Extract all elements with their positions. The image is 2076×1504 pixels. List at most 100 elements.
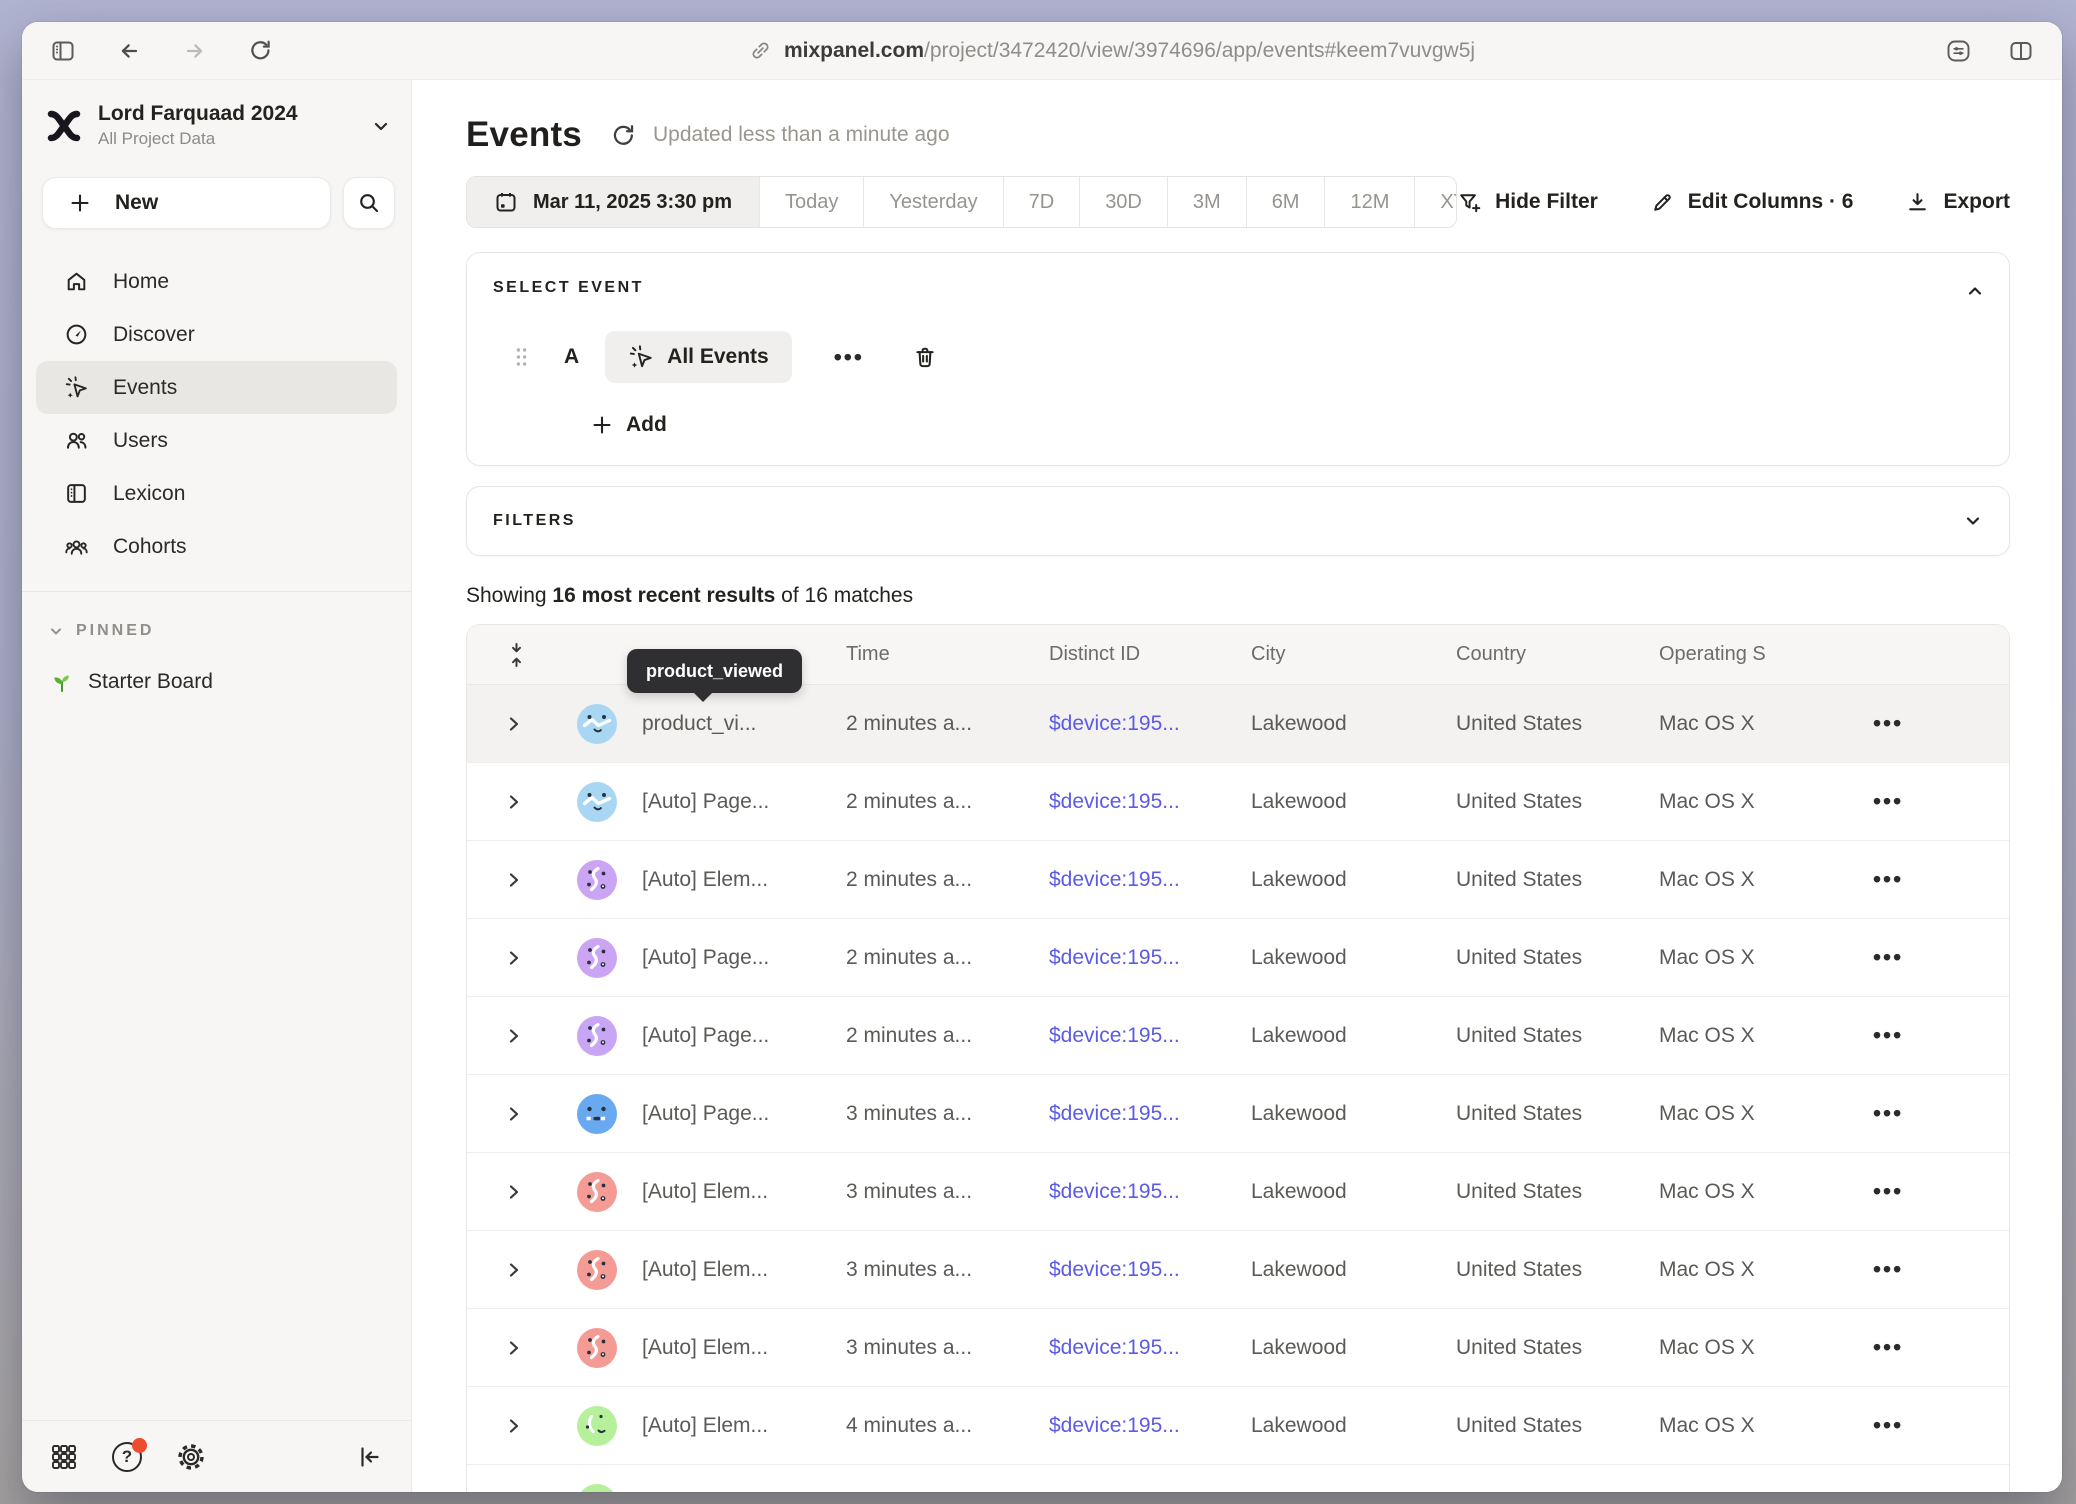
distinct-id-link[interactable]: $device:195... [1049,1102,1251,1126]
new-button[interactable]: New [42,177,331,229]
date-preset-7d[interactable]: 7D [1003,177,1080,227]
column-header-os[interactable]: Operating S [1659,643,1871,666]
sidebar-item-discover[interactable]: Discover [36,308,397,361]
column-header-city[interactable]: City [1251,643,1456,666]
distinct-id-link[interactable]: $device:195... [1049,790,1251,814]
date-preset-xtd[interactable]: XTD [1414,177,1457,227]
distinct-id-link[interactable]: $device:195... [1049,1258,1251,1282]
row-more-button[interactable]: ••• [1873,790,1903,813]
date-preset-yesterday[interactable]: Yesterday [863,177,1002,227]
page-settings-icon[interactable] [1945,39,1972,63]
table-row[interactable]: [Auto] Elem... 3 minutes a... $device:19… [467,1231,2009,1309]
row-expand-chevron-icon[interactable] [507,948,521,968]
sidebar-item-events[interactable]: Events [36,361,397,414]
event-more-button[interactable]: ••• [834,346,864,369]
chevron-up-icon[interactable] [1965,281,1985,301]
row-expand-chevron-icon[interactable] [507,1260,521,1280]
sidebar-item-cohorts[interactable]: Cohorts [36,520,397,573]
table-row[interactable]: [Auto] Elem... 2 minutes a... $device:19… [467,841,2009,919]
table-row[interactable]: [Auto] Elem... 3 minutes a... $device:19… [467,1309,2009,1387]
row-more-button[interactable]: ••• [1873,1180,1903,1203]
date-preset-6m[interactable]: 6M [1246,177,1325,227]
sidebar-item-home[interactable]: Home [36,255,397,308]
table-row[interactable]: [Auto] Page... 2 minutes a... $device:19… [467,997,2009,1075]
event-name[interactable]: [Auto] Page... [617,1102,846,1126]
project-switcher[interactable]: Lord Farquaad 2024 All Project Data [44,102,391,149]
event-name[interactable]: [Auto] Elem... [617,868,846,892]
event-selector-chip[interactable]: All Events [605,331,792,383]
forward-button-icon[interactable] [182,39,208,63]
table-row[interactable]: [Auto] Page... 3 minutes a... $device:19… [467,1075,2009,1153]
refresh-page-icon[interactable] [248,38,273,63]
row-expand-chevron-icon[interactable] [507,1182,521,1202]
column-header-time[interactable]: Time [846,643,1049,666]
distinct-id-link[interactable]: $device:195... [1049,1180,1251,1204]
row-expand-chevron-icon[interactable] [507,870,521,890]
row-more-button[interactable]: ••• [1873,712,1903,735]
event-name[interactable]: [Auto] Page... [617,790,846,814]
date-preset-today[interactable]: Today [759,177,863,227]
row-more-button[interactable]: ••• [1873,868,1903,891]
collapse-rows-icon[interactable] [507,641,526,669]
row-more-button[interactable]: ••• [1873,1336,1903,1359]
row-expand-chevron-icon[interactable] [507,1338,521,1358]
distinct-id-link[interactable]: $device:195... [1049,712,1251,736]
event-name[interactable]: [Auto] Elem... [617,1336,846,1360]
add-event-button[interactable]: Add [591,413,1983,437]
event-name[interactable]: [Auto] Elem... [617,1258,846,1282]
row-expand-chevron-icon[interactable] [507,792,521,812]
date-preset-12m[interactable]: 12M [1324,177,1414,227]
row-expand-chevron-icon[interactable] [507,1104,521,1124]
distinct-id-link[interactable]: $device:195... [1049,946,1251,970]
chevron-down-icon[interactable] [1963,511,1983,531]
split-view-icon[interactable] [2008,39,2034,63]
row-expand-chevron-icon[interactable] [507,714,521,734]
distinct-id-link[interactable]: $device:195... [1049,1024,1251,1048]
column-header-distinct-id[interactable]: Distinct ID [1049,643,1251,666]
table-row[interactable]: [Auto] Elem... 4 minutes a... $device:19… [467,1387,2009,1465]
distinct-id-link[interactable]: $device:195... [1049,1414,1251,1438]
drag-handle-icon[interactable] [515,345,528,369]
sidebar: Lord Farquaad 2024 All Project Data New [22,80,412,1492]
sidebar-toggle-icon[interactable] [50,39,76,63]
settings-gear-icon[interactable] [176,1442,206,1472]
event-name[interactable]: [Auto] Elem... [617,1414,846,1438]
distinct-id-link[interactable]: $device:195... [1049,1336,1251,1360]
collapse-sidebar-icon[interactable] [356,1444,383,1470]
table-row[interactable]: ••• [467,1465,2009,1492]
help-button[interactable]: ? [112,1442,142,1472]
event-name[interactable]: [Auto] Elem... [617,1180,846,1204]
export-button[interactable]: Export [1905,190,2010,215]
back-button-icon[interactable] [116,39,142,63]
row-more-button[interactable]: ••• [1873,1414,1903,1437]
edit-columns-button[interactable]: Edit Columns · 6 [1650,190,1854,215]
event-name[interactable]: product_vi... [617,712,846,736]
search-button[interactable] [343,177,395,229]
table-row[interactable]: [Auto] Page... 2 minutes a... $device:19… [467,763,2009,841]
row-more-button[interactable]: ••• [1873,946,1903,969]
event-name[interactable]: [Auto] Page... [617,946,846,970]
date-preset-3m[interactable]: 3M [1167,177,1246,227]
event-time: 2 minutes a... [846,868,1049,892]
refresh-results-icon[interactable] [610,122,637,149]
table-row[interactable]: [Auto] Page... 2 minutes a... $device:19… [467,919,2009,997]
date-preset-30d[interactable]: 30D [1079,177,1167,227]
address-bar[interactable]: mixpanel.com/project/3472420/view/397469… [350,39,1874,63]
hide-filter-button[interactable]: Hide Filter [1457,190,1598,215]
event-name[interactable]: [Auto] Page... [617,1024,846,1048]
custom-date-segment[interactable]: Mar 11, 2025 3:30 pm [467,177,759,227]
pinned-section-toggle[interactable]: PINNED [48,622,411,640]
trash-icon[interactable] [912,344,938,370]
row-expand-chevron-icon[interactable] [507,1026,521,1046]
row-expand-chevron-icon[interactable] [507,1416,521,1436]
row-more-button[interactable]: ••• [1873,1258,1903,1281]
table-row[interactable]: [Auto] Elem... 3 minutes a... $device:19… [467,1153,2009,1231]
row-more-button[interactable]: ••• [1873,1102,1903,1125]
sidebar-item-lexicon[interactable]: Lexicon [36,467,397,520]
sidebar-item-users[interactable]: Users [36,414,397,467]
row-more-button[interactable]: ••• [1873,1024,1903,1047]
column-header-country[interactable]: Country [1456,643,1659,666]
apps-grid-icon[interactable] [50,1443,78,1471]
sidebar-item-starter-board[interactable]: Starter Board [50,670,411,694]
distinct-id-link[interactable]: $device:195... [1049,868,1251,892]
